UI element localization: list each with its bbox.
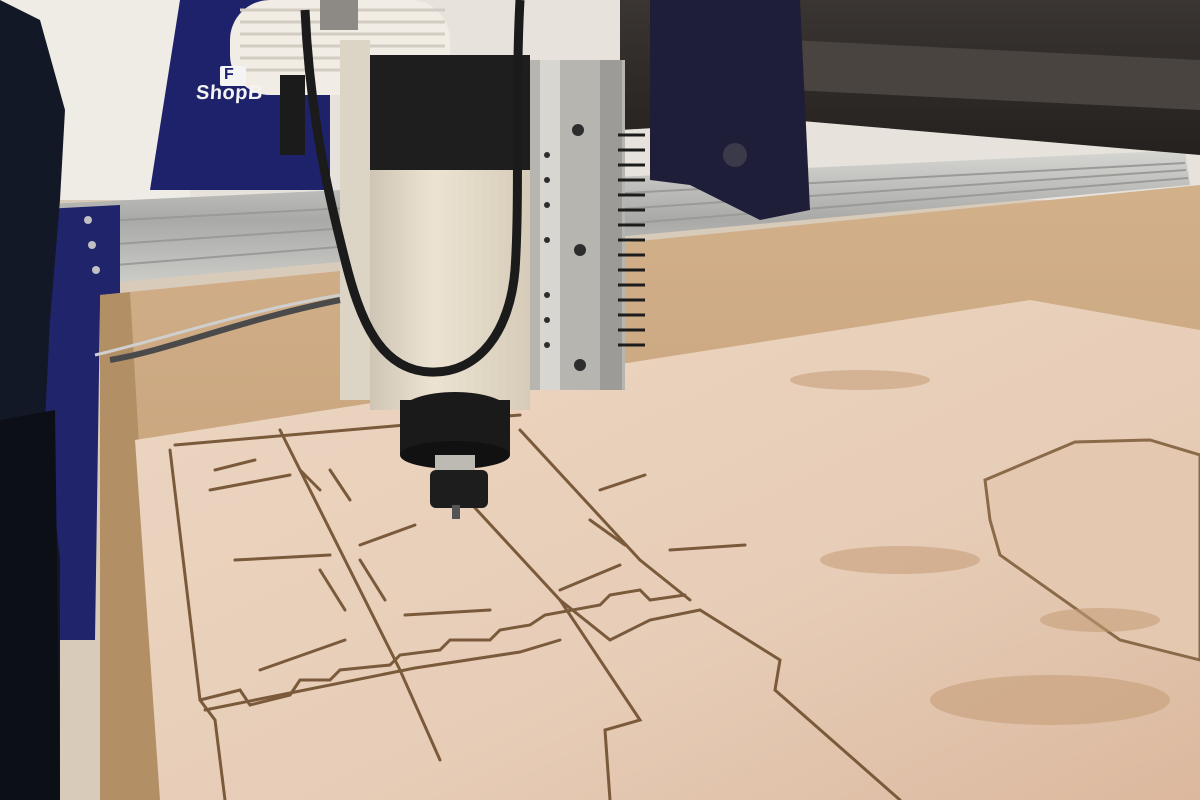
- spindle-motor-top: [360, 55, 530, 175]
- z-spring: [618, 133, 645, 347]
- photo-scene: [0, 0, 1200, 800]
- collet-nut: [430, 470, 488, 508]
- brand-sign-text: ShopB: [195, 82, 264, 104]
